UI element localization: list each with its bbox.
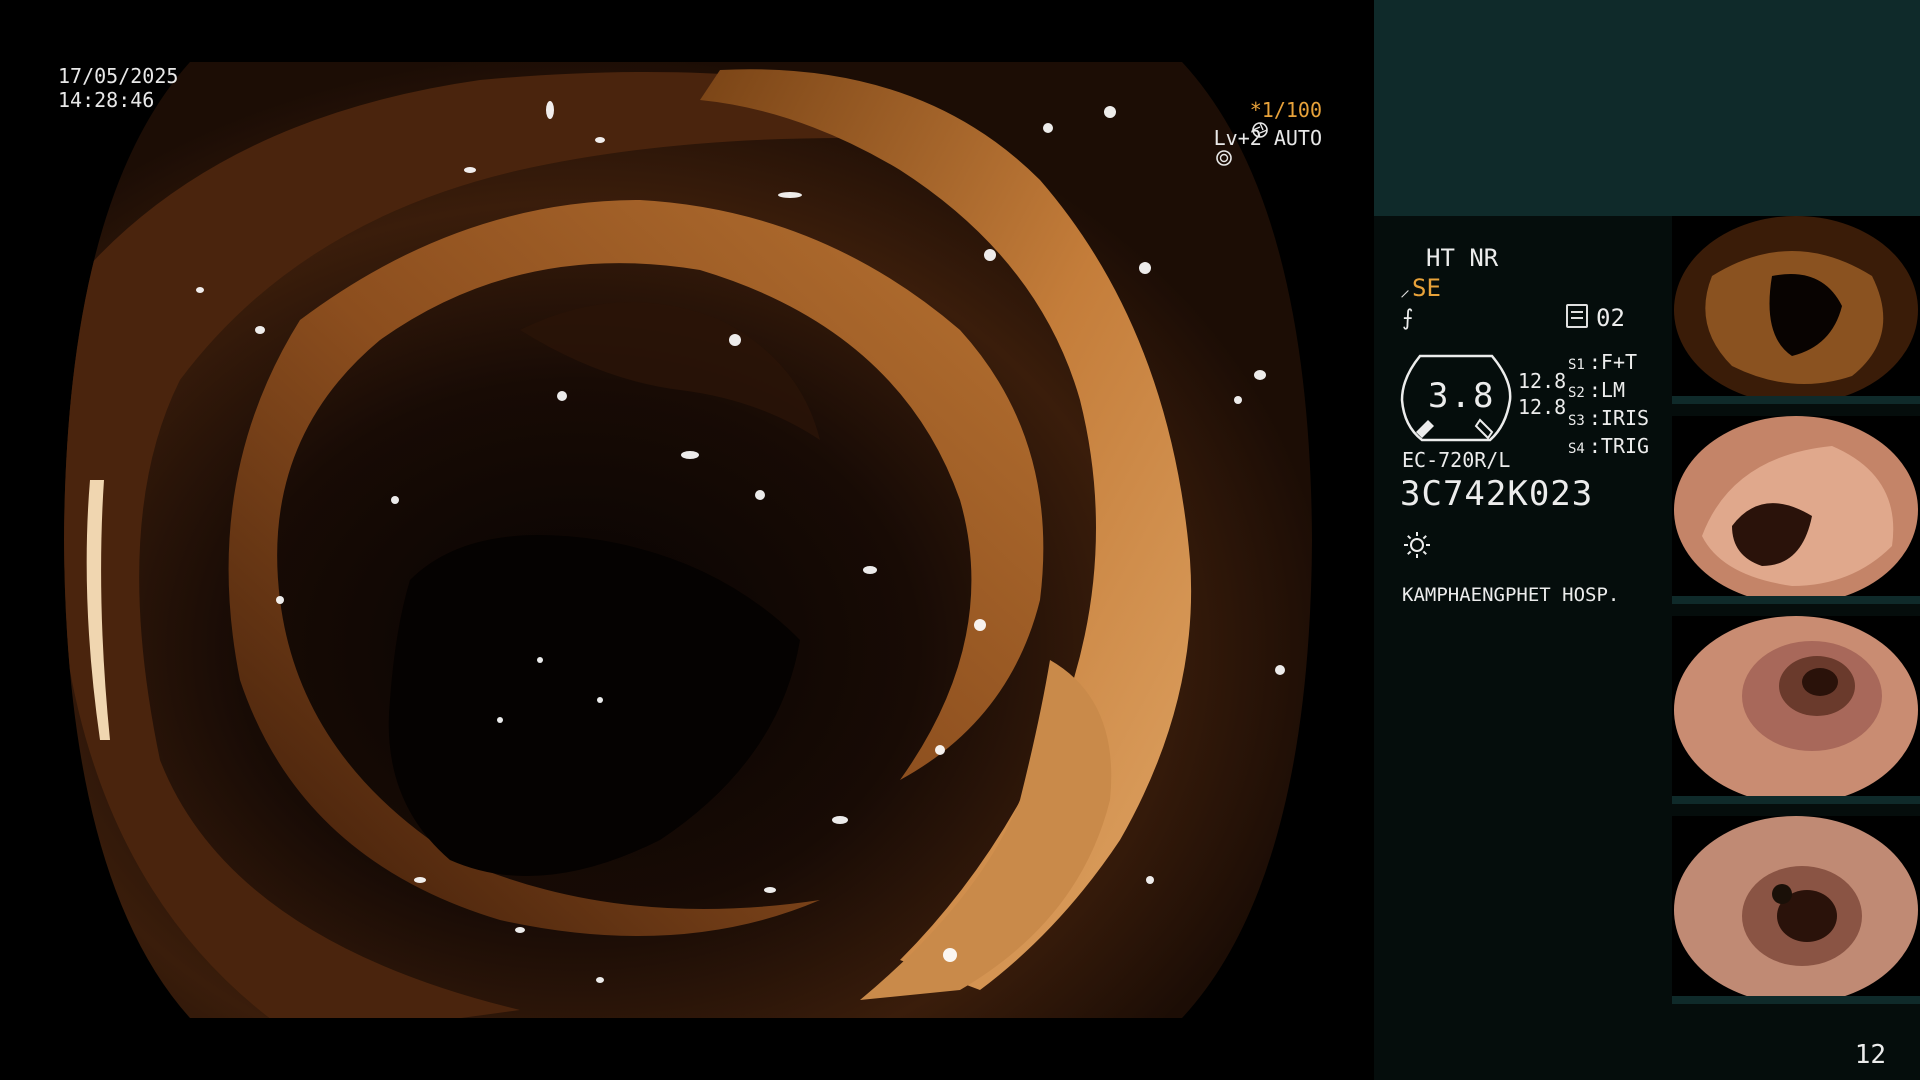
captured-thumbnail[interactable] [1672,616,1920,804]
scope-serial-number: 3C742K023 [1400,474,1594,514]
endoscope-live-view: 17/05/2025 14:28:46 *1/100 Lv+2 AUTO [0,0,1374,1080]
switch-row: S3:IRIS [1568,406,1650,430]
magnification-value: 3.8 [1428,376,1496,416]
captured-thumbnail[interactable] [1672,816,1920,1004]
magnification-range: 12.8 12.8 [1518,368,1566,420]
sun-icon [1404,532,1430,558]
enhancement-icon: ⸝ [1400,277,1410,301]
stage-count-value: 02 [1596,304,1625,332]
switch-value: F+T [1600,350,1638,374]
exam-date: 17/05/2025 [58,64,179,88]
switch-row: S4:TRIG [1568,434,1650,458]
switch-assignments: S1:F+T S2:LM S3:IRIS S4:TRIG [1568,350,1649,462]
hospital-name: KAMPHAENGPHET HOSP. [1402,584,1620,606]
shutter-speed: 1/100 [1261,98,1322,122]
thumbnail-image [1672,416,1920,604]
captured-thumbnail[interactable] [1672,416,1920,604]
switch-row: S1:F+T [1568,350,1638,374]
endoscopy-monitor: 17/05/2025 14:28:46 *1/100 Lv+2 AUTO HT … [0,0,1920,1080]
switch-value: LM [1600,378,1625,402]
iris-icon [1215,150,1232,166]
exam-time: 14:28:46 [58,88,155,112]
switch-key: S3 [1568,413,1585,429]
scope-model: EC-720R/L [1402,448,1511,472]
switch-key: S2 [1568,385,1585,401]
list-box-icon [1566,304,1588,328]
image-modes: HT NR [1426,244,1499,272]
panel-header-area [1374,0,1920,216]
structure-enhancement-readout: ⸝SE [1400,274,1441,302]
shutter-prefix: * [1249,98,1262,122]
switch-row: S2:LM [1568,378,1625,402]
switch-value: IRIS [1600,406,1650,430]
brightness-level-readout: Lv+2 AUTO [1214,126,1322,166]
switch-key: S4 [1568,441,1585,457]
range-value-2: 12.8 [1518,395,1567,419]
se-label: SE [1412,274,1441,302]
info-panel: HT NR ⸝SE ⨍ 02 3.8 12.8 12.8 S1:F+T S2:L… [1374,216,1920,1080]
brightness-level: Lv+2 [1213,126,1262,150]
range-value-1: 12.8 [1518,369,1567,393]
brightness-mode: AUTO [1273,126,1322,150]
date-time-readout: 17/05/2025 14:28:46 [58,64,178,112]
switch-key: S1 [1568,357,1585,373]
thumbnail-image [1672,216,1920,404]
stage-counter: 02 [1566,304,1625,332]
switch-value: TRIG [1600,434,1650,458]
color-mode-icon: ⨍ [1402,306,1414,331]
page-number: 12 [1854,1040,1886,1070]
captured-thumbnail[interactable] [1672,216,1920,404]
thumbnail-image [1672,616,1920,804]
thumbnail-image [1672,816,1920,1004]
colon-lumen-image [0,0,1374,1080]
